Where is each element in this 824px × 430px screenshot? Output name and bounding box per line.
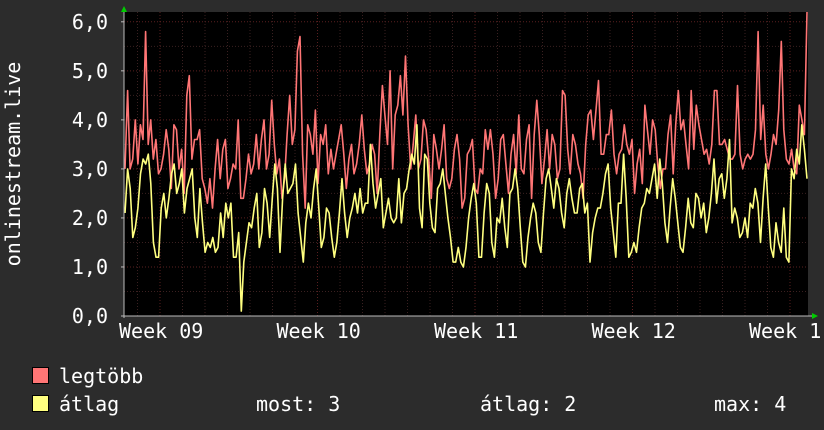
x-tick-label: Week 10: [277, 319, 361, 343]
y-tick-label: 1,0: [72, 255, 108, 279]
legend-swatch-max: [32, 367, 49, 384]
graph-panel: 0,0 1,0 2,0 3,0 4,0 5,0 6,0 Week 09 Week 10 Week…: [0, 0, 824, 430]
x-tick-label: Week 09: [119, 319, 203, 343]
stat-average: átlag: 2: [480, 392, 577, 416]
x-tick-label: Week 11: [434, 319, 518, 343]
x-tick-label: Week 1: [749, 319, 821, 343]
legend-label-avg: átlag: [59, 392, 120, 416]
y-tick-label: 6,0: [72, 10, 108, 34]
y-tick-label: 2,0: [72, 206, 108, 230]
stat-maximum: max: 4: [714, 392, 787, 416]
stat-current: most: 3: [256, 392, 341, 416]
time-series-chart: 0,01,02,03,04,05,06,0 Week 09 Week 10 Week…: [1, 6, 821, 343]
y-tick-labels: 0,0 1,0 2,0 3,0 4,0 5,0 6,0: [72, 10, 108, 328]
y-tick-label: 3,0: [72, 157, 108, 181]
x-tick-labels: Week 09 Week 10 Week 11 Week 12 Week 1: [119, 319, 821, 343]
y-tick-label: 5,0: [72, 59, 108, 83]
legend: legtöbb átlag most: 3 átlag: 2 max: 4: [32, 362, 812, 418]
y-tick-label: 0,0: [72, 304, 108, 328]
legend-label-max: legtöbb: [59, 364, 144, 388]
legend-row-avg: átlag most: 3 átlag: 2 max: 4: [32, 390, 812, 418]
x-tick-label: Week 12: [592, 319, 676, 343]
y-axis-title: onlinestream.live: [1, 62, 25, 267]
legend-swatch-avg: [32, 395, 49, 412]
y-axis-arrow-icon: [121, 6, 127, 12]
legend-row-max: legtöbb: [32, 362, 812, 390]
y-tick-label: 4,0: [72, 108, 108, 132]
